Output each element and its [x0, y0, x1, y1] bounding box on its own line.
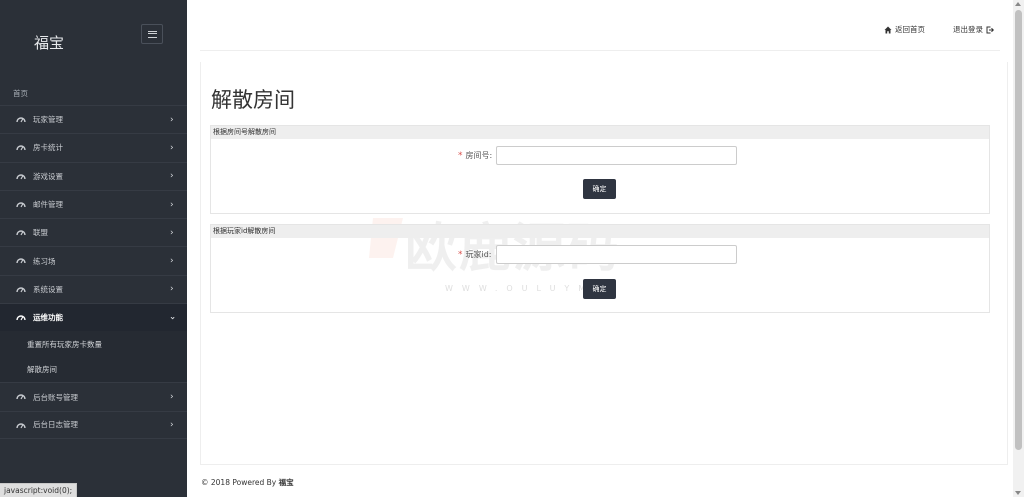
- chevron-right-icon: ›: [170, 199, 174, 210]
- dashboard-icon: [16, 315, 26, 321]
- footer-text: © 2018 Powered By 福宝: [201, 477, 294, 488]
- sidebar-subitem-reset-cards[interactable]: 重置所有玩家房卡数量: [0, 331, 187, 357]
- confirm-room-button[interactable]: 确定: [583, 179, 616, 199]
- sidebar-item-label: 后台账号管理: [33, 392, 78, 402]
- sidebar-item-mail-management[interactable]: 邮件管理 ›: [0, 189, 187, 218]
- footer-copyright: © 2018 Powered By: [201, 478, 277, 487]
- home-link-label: 返回首页: [895, 25, 925, 34]
- sidebar-item-admin-logs[interactable]: 后台日志管理 ›: [0, 410, 187, 439]
- sidebar-item-practice[interactable]: 练习场 ›: [0, 246, 187, 274]
- section-heading: 根据玩家id解散房间: [211, 225, 989, 238]
- section-heading: 根据房间号解散房间: [211, 126, 989, 139]
- required-marker: *: [458, 150, 463, 161]
- sidebar-item-label: 运维功能: [33, 313, 63, 323]
- top-bar: 返回首页 退出登录: [200, 8, 1000, 51]
- sidebar-item-room-card-stats[interactable]: 房卡统计 ›: [0, 133, 187, 161]
- dashboard-icon: [16, 422, 26, 428]
- sidebar-submenu: 重置所有玩家房卡数量 解散房间: [0, 331, 187, 383]
- sidebar-item-ops[interactable]: 运维功能 ›: [0, 303, 187, 332]
- brand-logo: 福宝: [34, 34, 65, 52]
- chevron-down-icon: ›: [166, 315, 177, 320]
- sidebar-item-label: 游戏设置: [33, 171, 63, 181]
- sidebar-subitem-dissolve-room[interactable]: 解散房间: [0, 357, 187, 383]
- sidebar-item-game-settings[interactable]: 游戏设置 ›: [0, 161, 187, 190]
- footer-brand: 福宝: [278, 478, 294, 487]
- chevron-right-icon: ›: [170, 419, 174, 430]
- logout-icon: [986, 26, 994, 33]
- confirm-player-button[interactable]: 确定: [583, 279, 616, 299]
- chevron-right-icon: ›: [170, 142, 174, 153]
- page-scrollbar[interactable]: [1013, 0, 1024, 497]
- dashboard-icon: [16, 145, 26, 151]
- chevron-right-icon: ›: [170, 114, 174, 125]
- chevron-right-icon: ›: [170, 171, 174, 182]
- sidebar: 福宝 首页 玩家管理 › 房卡统计 › 游戏设置 › 邮件管理 › 联盟 › 练…: [0, 0, 187, 497]
- page-title: 解散房间: [211, 88, 295, 112]
- required-marker: *: [458, 249, 463, 260]
- sidebar-item-label: 后台日志管理: [33, 420, 78, 430]
- player-id-input[interactable]: [495, 245, 737, 264]
- dissolve-by-player-section: 根据玩家id解散房间: [210, 224, 990, 313]
- room-number-input[interactable]: [496, 146, 738, 165]
- dashboard-icon: [16, 173, 26, 179]
- sidebar-item-player-management[interactable]: 玩家管理 ›: [0, 105, 187, 133]
- sidebar-item-label: 联盟: [33, 228, 48, 238]
- player-id-row: * 玩家id:: [458, 245, 737, 264]
- home-link[interactable]: 返回首页: [884, 24, 925, 35]
- sidebar-home[interactable]: 首页: [13, 88, 28, 99]
- chevron-right-icon: ›: [170, 284, 174, 295]
- chevron-right-icon: ›: [170, 392, 174, 403]
- sidebar-nav: 玩家管理 › 房卡统计 › 游戏设置 › 邮件管理 › 联盟 › 练习场 › 系…: [0, 105, 187, 439]
- sidebar-item-label: 练习场: [33, 256, 56, 266]
- chevron-right-icon: ›: [170, 256, 174, 267]
- sidebar-item-admin-accounts[interactable]: 后台账号管理 ›: [0, 382, 187, 410]
- sidebar-item-system-settings[interactable]: 系统设置 ›: [0, 274, 187, 303]
- dashboard-icon: [16, 230, 26, 236]
- dashboard-icon: [16, 202, 26, 208]
- logout-link[interactable]: 退出登录: [953, 24, 994, 35]
- scroll-thumb[interactable]: [1015, 10, 1022, 450]
- browser-status-bar: javascript:void(0);: [0, 483, 78, 497]
- room-number-label: 房间号:: [465, 151, 493, 160]
- dashboard-icon: [16, 394, 26, 400]
- footer: © 2018 Powered By 福宝: [200, 464, 1008, 497]
- room-number-row: * 房间号:: [458, 146, 738, 165]
- dashboard-icon: [16, 258, 26, 264]
- dashboard-icon: [16, 117, 26, 123]
- player-id-label: 玩家id:: [465, 250, 492, 259]
- home-icon: [884, 26, 892, 33]
- sidebar-item-alliance[interactable]: 联盟 ›: [0, 218, 187, 246]
- sidebar-item-label: 邮件管理: [33, 200, 63, 210]
- sidebar-item-label: 系统设置: [33, 284, 63, 294]
- hamburger-icon: [147, 30, 157, 38]
- sidebar-item-label: 玩家管理: [33, 115, 63, 125]
- scroll-up-arrow-icon[interactable]: [1015, 2, 1021, 6]
- logout-link-label: 退出登录: [953, 25, 983, 34]
- menu-toggle-button[interactable]: [141, 24, 163, 44]
- dashboard-icon: [16, 287, 26, 293]
- chevron-right-icon: ›: [170, 227, 174, 238]
- dissolve-by-room-section: 根据房间号解散房间: [210, 125, 990, 214]
- scroll-down-arrow-icon[interactable]: [1015, 491, 1021, 495]
- sidebar-item-label: 房卡统计: [33, 143, 63, 153]
